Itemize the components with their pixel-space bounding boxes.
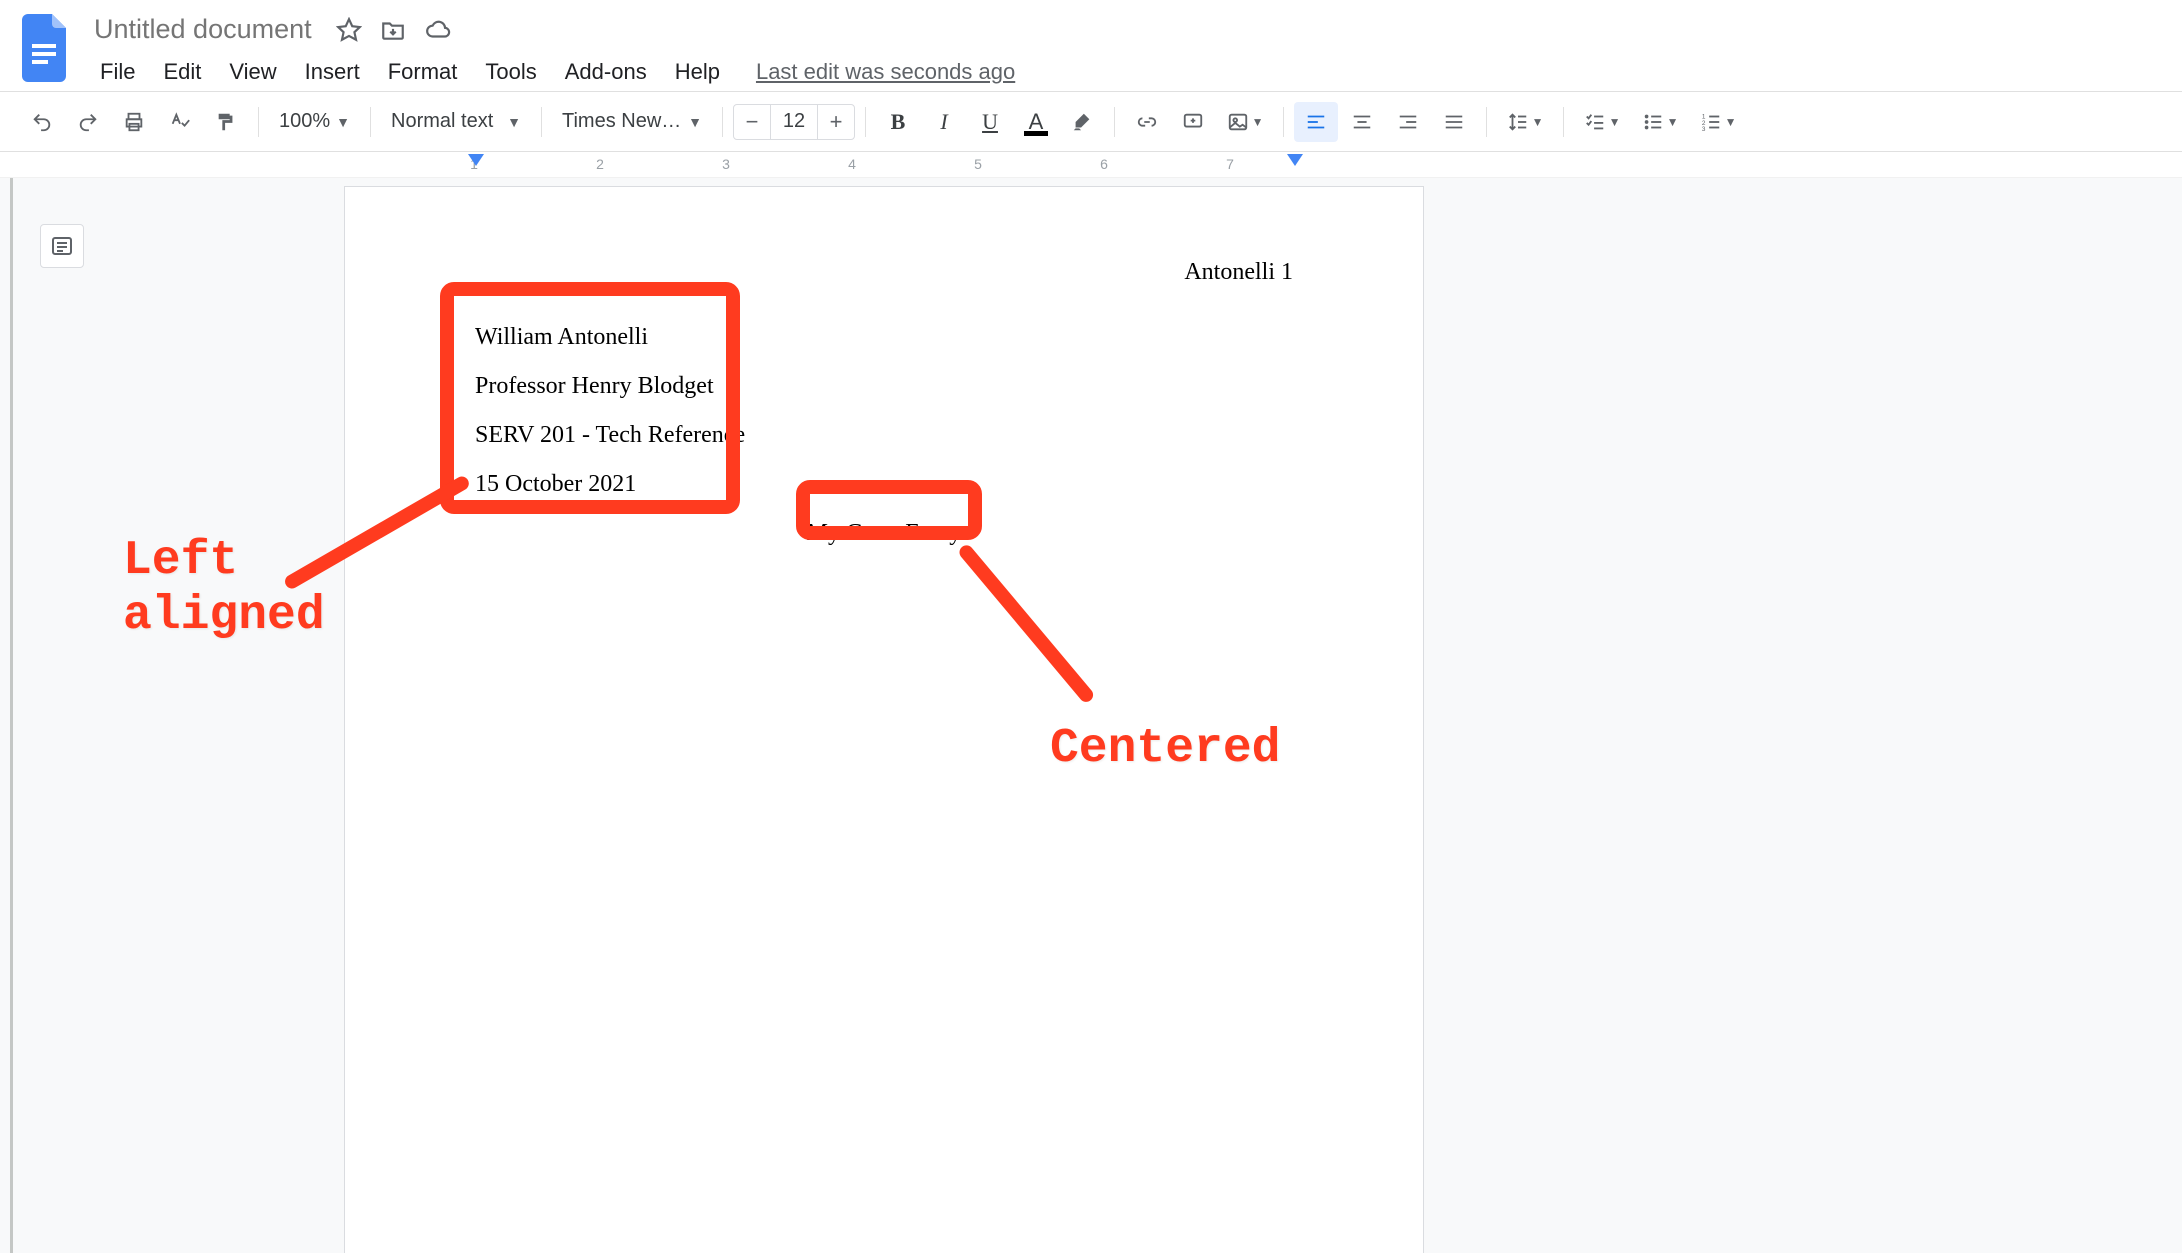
align-center-button[interactable] [1340, 102, 1384, 142]
bulleted-list-button[interactable]: ▼ [1632, 102, 1688, 142]
add-comment-button[interactable] [1171, 102, 1215, 142]
ruler-number: 6 [1100, 156, 1108, 172]
font-size-decrease[interactable]: − [734, 105, 770, 139]
toolbar: 100%▼ Normal text▼ Times New…▼ − + B I U… [0, 92, 2182, 152]
font-size-increase[interactable]: + [818, 105, 854, 139]
highlight-button[interactable] [1060, 102, 1104, 142]
bold-button[interactable]: B [876, 102, 920, 142]
numbered-list-button[interactable]: 123▼ [1690, 102, 1746, 142]
italic-button[interactable]: I [922, 102, 966, 142]
menu-view[interactable]: View [217, 53, 288, 91]
font-dropdown[interactable]: Times New…▼ [552, 106, 712, 137]
checklist-button[interactable]: ▼ [1574, 102, 1630, 142]
align-right-button[interactable] [1386, 102, 1430, 142]
document-page[interactable]: Antonelli 1 William Antonelli Professor … [344, 186, 1424, 1253]
zoom-value: 100% [279, 110, 330, 133]
menu-edit[interactable]: Edit [151, 53, 213, 91]
document-body[interactable]: William Antonelli Professor Henry Blodge… [475, 313, 1293, 558]
redo-button[interactable] [66, 102, 110, 142]
document-title[interactable]: Untitled document [88, 12, 318, 47]
doc-line[interactable]: William Antonelli [475, 313, 1293, 362]
menu-bar: File Edit View Insert Format Tools Add-o… [88, 53, 1015, 91]
ruler-number: 5 [974, 156, 982, 172]
star-icon[interactable] [336, 17, 362, 43]
editor-canvas: Antonelli 1 William Antonelli Professor … [0, 178, 2182, 1253]
insert-image-button[interactable]: ▼ [1217, 102, 1273, 142]
menu-file[interactable]: File [88, 53, 147, 91]
page-header-text[interactable]: Antonelli 1 [1184, 259, 1293, 286]
annotation-label-left: Left aligned [123, 534, 325, 644]
menu-format[interactable]: Format [376, 53, 470, 91]
menu-tools[interactable]: Tools [473, 53, 548, 91]
menu-help[interactable]: Help [663, 53, 732, 91]
indent-marker-right[interactable] [1287, 154, 1303, 166]
move-icon[interactable] [380, 17, 406, 43]
ruler-number: 3 [722, 156, 730, 172]
style-dropdown[interactable]: Normal text▼ [381, 106, 531, 137]
svg-text:3: 3 [1701, 126, 1705, 133]
document-outline-button[interactable] [40, 224, 84, 268]
margin-indicator [10, 178, 13, 1253]
insert-link-button[interactable] [1125, 102, 1169, 142]
font-size-control: − + [733, 104, 855, 140]
doc-line[interactable]: Professor Henry Blodget [475, 362, 1293, 411]
underline-button[interactable]: U [968, 102, 1012, 142]
cloud-status-icon[interactable] [424, 17, 452, 43]
align-left-button[interactable] [1294, 102, 1338, 142]
print-button[interactable] [112, 102, 156, 142]
doc-line[interactable]: 15 October 2021 [475, 460, 1293, 509]
align-justify-button[interactable] [1432, 102, 1476, 142]
docs-logo[interactable] [20, 10, 74, 84]
ruler-number: 7 [1226, 156, 1234, 172]
ruler-number: 4 [848, 156, 856, 172]
menu-addons[interactable]: Add-ons [553, 53, 659, 91]
paint-format-button[interactable] [204, 102, 248, 142]
doc-title-line[interactable]: My Great Essay [475, 509, 1293, 558]
style-value: Normal text [391, 110, 493, 133]
zoom-dropdown[interactable]: 100%▼ [269, 106, 360, 137]
ruler-number: 2 [596, 156, 604, 172]
app-header: Untitled document File Edit View Insert … [0, 0, 2182, 92]
indent-marker-left[interactable] [468, 154, 484, 166]
text-color-button[interactable]: A [1014, 102, 1058, 142]
font-size-input[interactable] [770, 105, 818, 139]
ruler[interactable]: 1234567 [0, 152, 2182, 178]
last-edit-link[interactable]: Last edit was seconds ago [756, 59, 1015, 85]
spellcheck-button[interactable] [158, 102, 202, 142]
font-value: Times New… [562, 110, 681, 133]
line-spacing-button[interactable]: ▼ [1497, 102, 1553, 142]
doc-line[interactable]: SERV 201 - Tech Reference [475, 411, 1293, 460]
menu-insert[interactable]: Insert [293, 53, 372, 91]
undo-button[interactable] [20, 102, 64, 142]
